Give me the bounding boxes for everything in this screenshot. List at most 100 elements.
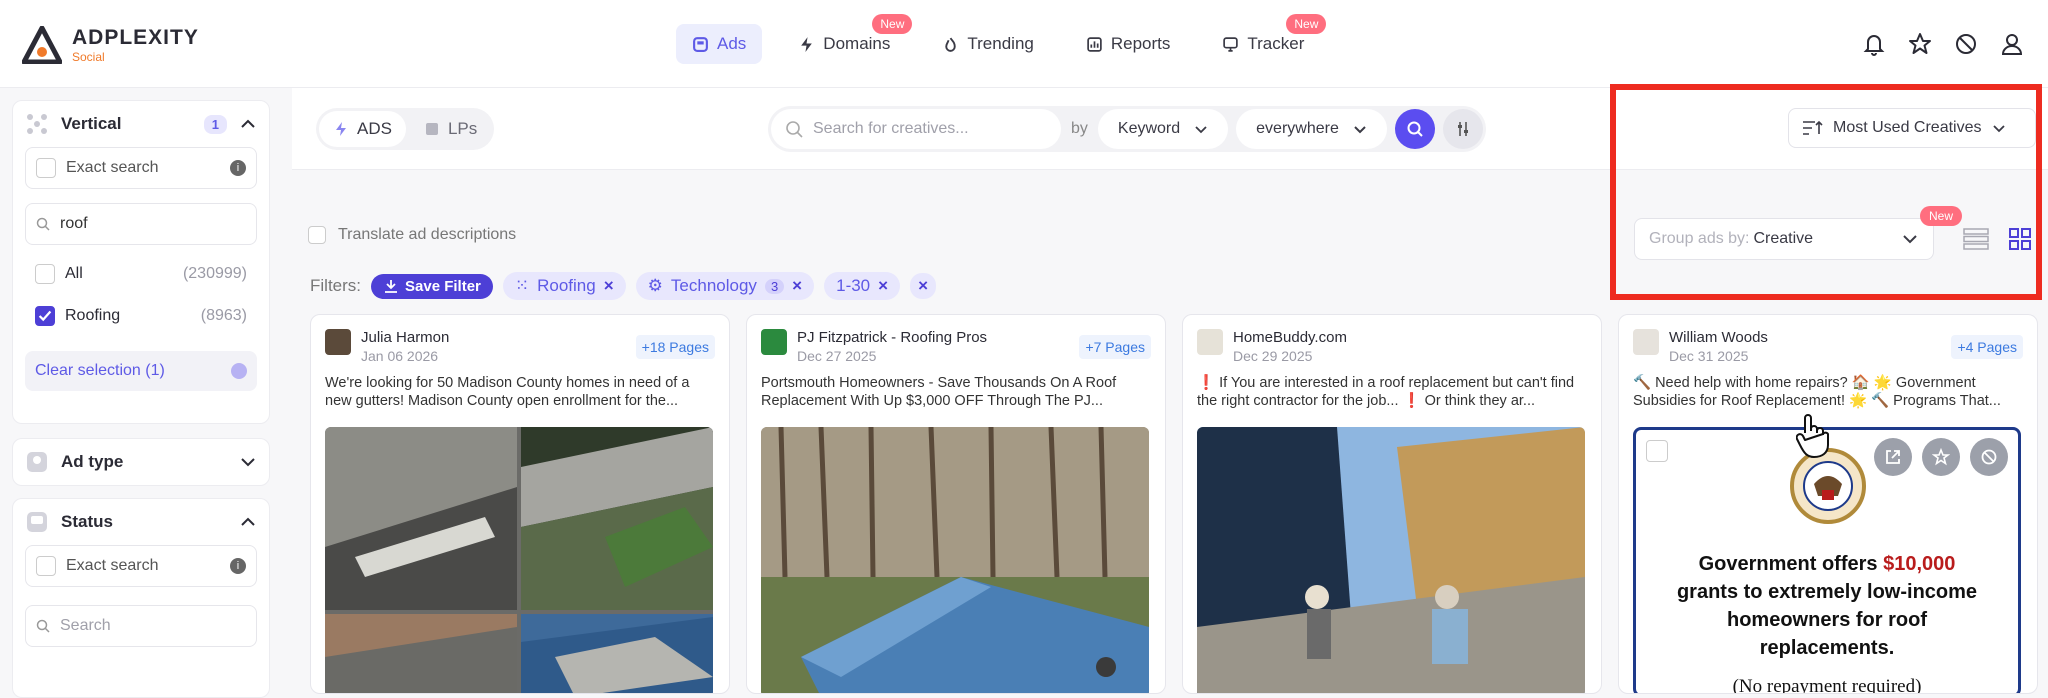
block-icon[interactable] <box>1970 438 2008 476</box>
ad-card[interactable]: PJ Fitzpatrick - Roofing Pros Dec 27 202… <box>746 314 1166 694</box>
close-icon[interactable]: × <box>878 276 888 296</box>
download-icon <box>385 280 397 293</box>
vertical-icon: ⁙ <box>514 276 530 295</box>
status-header[interactable]: Status <box>13 499 269 545</box>
creative-search-input[interactable]: Search for creatives... <box>771 109 1061 149</box>
main-nav: Ads Domains New Trending Reports Tracker… <box>676 14 1327 64</box>
clear-selection-button[interactable]: Clear selection (1) <box>25 351 257 391</box>
bolt-icon <box>801 36 813 52</box>
pages-badge[interactable]: +7 Pages <box>1079 335 1151 359</box>
bell-icon[interactable] <box>1860 30 1888 58</box>
vertical-header[interactable]: Vertical 1 <box>13 101 269 147</box>
vertical-search-value: roof <box>60 215 88 232</box>
chevron-down-icon[interactable] <box>239 453 257 471</box>
nav-trending-label: Trending <box>967 34 1034 53</box>
select-checkbox[interactable] <box>1646 440 1668 462</box>
clear-filters-button[interactable]: × <box>910 273 937 299</box>
save-filter-button[interactable]: Save Filter <box>371 273 493 299</box>
info-icon[interactable]: i <box>230 160 246 176</box>
scope-select[interactable]: everywhere <box>1236 109 1387 149</box>
nav-ads[interactable]: Ads <box>676 24 763 64</box>
ad-line-2: grants to extremely low-income <box>1676 581 1978 603</box>
nav-reports[interactable]: Reports <box>1070 24 1187 64</box>
block-icon[interactable] <box>1952 30 1980 58</box>
clear-selection-label: Clear selection (1) <box>35 362 165 379</box>
option-checkbox[interactable] <box>35 264 55 284</box>
close-icon[interactable]: × <box>792 276 802 296</box>
exact-search-checkbox[interactable] <box>36 556 56 576</box>
vertical-exact-search[interactable]: Exact search i <box>25 147 257 189</box>
star-icon[interactable] <box>1906 30 1934 58</box>
filter-chip-roofing[interactable]: ⁙ Roofing × <box>502 272 626 300</box>
tab-ads-label: ADS <box>357 119 392 138</box>
keyword-select[interactable]: Keyword <box>1097 109 1229 149</box>
ad-card[interactable]: William Woods Dec 31 2025 +4 Pages 🔨 Nee… <box>1618 314 2038 694</box>
brand-subtitle: Social <box>72 50 105 64</box>
vertical-option-all[interactable]: All (230999) <box>13 253 269 295</box>
info-icon[interactable]: i <box>230 558 246 574</box>
by-label: by <box>1071 120 1088 137</box>
highlight-box <box>1610 84 2042 300</box>
status-search-input[interactable]: Search <box>25 605 257 647</box>
chevron-up-icon[interactable] <box>239 513 257 531</box>
ad-line-1: Government offers <box>1698 553 1878 575</box>
ads-lps-switch: ADS LPs <box>316 108 495 150</box>
nav-domains-label: Domains <box>823 34 891 53</box>
ad-amount: $10,000 <box>1883 553 1956 575</box>
tech-icon: ⚙ <box>647 276 663 295</box>
ad-type-header[interactable]: Ad type <box>13 439 269 485</box>
status-exact-search[interactable]: Exact search i <box>25 545 257 587</box>
advertiser-name[interactable]: William Woods <box>1669 329 1768 346</box>
search-icon <box>36 217 50 231</box>
brand-logo[interactable]: ADPLEXITY Social <box>22 26 199 64</box>
exact-search-checkbox[interactable] <box>36 158 56 178</box>
pages-badge[interactable]: +4 Pages <box>1951 335 2023 359</box>
avatar <box>1633 329 1659 355</box>
translate-option[interactable]: Translate ad descriptions <box>308 226 516 244</box>
status-search-placeholder: Search <box>60 617 111 634</box>
close-icon[interactable]: × <box>604 276 614 296</box>
nav-tracker-label: Tracker <box>1247 34 1305 53</box>
filter-chip-days[interactable]: 1-30 × <box>824 272 901 300</box>
ad-line-3: homeowners for roof <box>1726 609 1927 631</box>
user-icon[interactable] <box>1998 30 2026 58</box>
filter-chip-label: 1-30 <box>836 276 871 295</box>
filter-chip-count: 3 <box>764 278 785 294</box>
advertiser-name[interactable]: HomeBuddy.com <box>1233 329 1347 346</box>
ad-creative[interactable]: Government offers $10,000 grants to extr… <box>1633 427 2021 694</box>
ad-subtext: (No repayment required) <box>1732 676 1922 694</box>
ad-type-icon <box>27 452 47 472</box>
nav-trending[interactable]: Trending <box>926 24 1049 64</box>
ad-card[interactable]: HomeBuddy.com Dec 29 2025 ❗ If You are i… <box>1182 314 1602 694</box>
translate-checkbox[interactable] <box>308 226 326 244</box>
external-link-icon[interactable] <box>1874 438 1912 476</box>
ad-description: Portsmouth Homeowners - Save Thousands O… <box>761 375 1117 410</box>
vertical-search-input[interactable]: roof <box>25 203 257 245</box>
vertical-title: Vertical <box>61 114 122 133</box>
ad-date: Dec 31 2025 <box>1669 348 1749 364</box>
vertical-option-roofing[interactable]: Roofing (8963) <box>13 295 269 337</box>
ad-type-panel[interactable]: Ad type <box>12 438 270 486</box>
advertiser-name[interactable]: PJ Fitzpatrick - Roofing Pros <box>797 329 987 346</box>
filter-sidebar: Vertical 1 Exact search i roof All (2309… <box>0 88 290 698</box>
search-icon <box>1407 121 1423 137</box>
tab-ads[interactable]: ADS <box>319 111 406 147</box>
search-button[interactable] <box>1394 109 1435 149</box>
option-checkbox-checked[interactable] <box>35 306 55 326</box>
ad-card[interactable]: Julia Harmon Jan 06 2026 +18 Pages We're… <box>310 314 730 694</box>
nav-tracker[interactable]: Tracker New <box>1206 14 1327 64</box>
chevron-up-icon[interactable] <box>239 115 257 133</box>
pages-badge[interactable]: +18 Pages <box>635 335 715 359</box>
nav-domains[interactable]: Domains New <box>782 14 913 64</box>
ad-description: 🔨 Need help with home repairs? 🏠 🌟 Gover… <box>1633 375 2001 410</box>
filter-chip-label: Roofing <box>537 276 596 295</box>
advertiser-name[interactable]: Julia Harmon <box>361 329 449 346</box>
tab-lps[interactable]: LPs <box>410 111 491 147</box>
filter-chip-technology[interactable]: ⚙ Technology 3 × <box>635 272 815 300</box>
top-bar: ADPLEXITY Social Ads Domains New Trendin… <box>0 0 2048 88</box>
chart-icon <box>1087 36 1102 52</box>
ad-description: ❗ If You are interested in a roof replac… <box>1197 375 1575 410</box>
advanced-filters-button[interactable] <box>1442 109 1483 149</box>
logo-icon <box>22 26 62 64</box>
star-icon[interactable] <box>1922 438 1960 476</box>
